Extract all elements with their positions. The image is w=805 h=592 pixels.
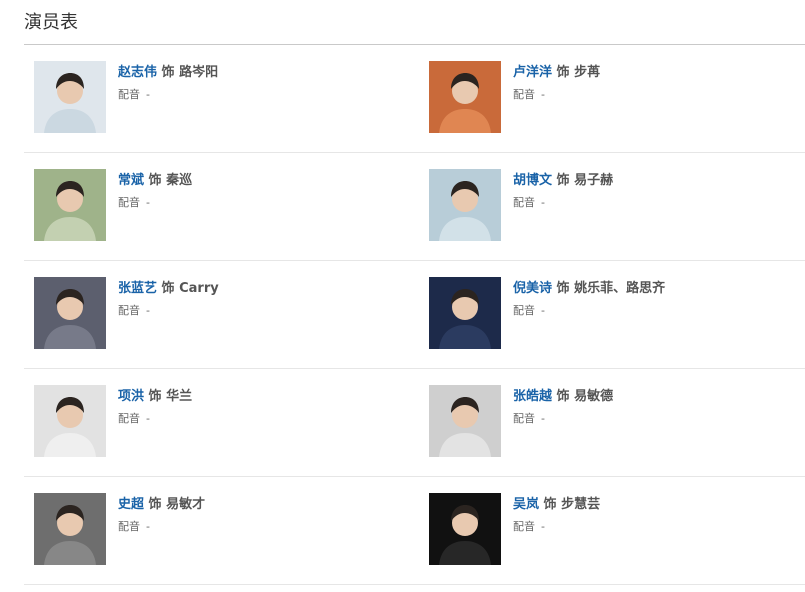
dub-label: 配音	[118, 520, 140, 533]
actor-photo[interactable]	[34, 385, 106, 457]
cast-list: 赵志伟 饰 路岑阳 配音 - 卢洋洋 饰 步苒 配音 - 常斌 饰 秦巡 配音 …	[24, 45, 805, 585]
role-name: Carry	[179, 281, 219, 296]
section-title: 演员表	[24, 12, 78, 33]
cast-row: 常斌 饰 秦巡 配音 - 胡博文 饰 易子赫 配音 -	[24, 153, 805, 261]
dub-label: 配音	[118, 304, 140, 317]
role-name: 姚乐菲、路思齐	[574, 281, 666, 296]
dub-label: 配音	[513, 196, 535, 209]
actor-name-link[interactable]: 史超	[118, 497, 144, 512]
as-word: 饰	[161, 281, 175, 296]
as-word: 饰	[148, 497, 162, 512]
actor-name-link[interactable]: 倪美诗	[513, 281, 552, 296]
actor-name-link[interactable]: 张皓越	[513, 389, 552, 404]
actor-name-link[interactable]: 常斌	[118, 173, 144, 188]
dub-value: -	[146, 196, 150, 209]
dub-label: 配音	[118, 88, 140, 101]
dub-label: 配音	[118, 196, 140, 209]
as-word: 饰	[161, 65, 175, 80]
as-word: 饰	[556, 173, 570, 188]
actor-name-link[interactable]: 项洪	[118, 389, 144, 404]
dub-value: -	[146, 88, 150, 101]
dub-value: -	[541, 196, 545, 209]
dub-value: -	[541, 304, 545, 317]
dub-value: -	[146, 412, 150, 425]
actor-photo[interactable]	[429, 493, 501, 565]
as-word: 饰	[148, 173, 162, 188]
dub-value: -	[541, 520, 545, 533]
actor-photo[interactable]	[429, 169, 501, 241]
dub-value: -	[146, 304, 150, 317]
dub-value: -	[541, 412, 545, 425]
role-name: 秦巡	[166, 173, 193, 188]
role-name: 易敏德	[574, 389, 614, 404]
role-name: 步苒	[574, 65, 601, 80]
cast-row: 赵志伟 饰 路岑阳 配音 - 卢洋洋 饰 步苒 配音 -	[24, 45, 805, 153]
actor-name-link[interactable]: 张蓝艺	[118, 281, 157, 296]
dub-value: -	[146, 520, 150, 533]
role-name: 步慧芸	[561, 497, 601, 512]
actor-name-link[interactable]: 吴岚	[513, 497, 539, 512]
role-name: 路岑阳	[179, 65, 219, 80]
dub-label: 配音	[513, 412, 535, 425]
actor-photo[interactable]	[34, 493, 106, 565]
cast-row: 史超 饰 易敏才 配音 - 吴岚 饰 步慧芸 配音 -	[24, 477, 805, 585]
as-word: 饰	[556, 281, 570, 296]
actor-photo[interactable]	[429, 277, 501, 349]
as-word: 饰	[543, 497, 557, 512]
actor-name-link[interactable]: 赵志伟	[118, 65, 157, 80]
actor-photo[interactable]	[429, 385, 501, 457]
dub-label: 配音	[118, 412, 140, 425]
dub-value: -	[541, 88, 545, 101]
actor-photo[interactable]	[34, 61, 106, 133]
role-name: 华兰	[166, 389, 193, 404]
actor-photo[interactable]	[429, 61, 501, 133]
actor-name-link[interactable]: 胡博文	[513, 173, 552, 188]
cast-row: 张蓝艺 饰 Carry 配音 - 倪美诗 饰 姚乐菲、路思齐 配音 -	[24, 261, 805, 369]
actor-name-link[interactable]: 卢洋洋	[513, 65, 552, 80]
as-word: 饰	[556, 389, 570, 404]
as-word: 饰	[556, 65, 570, 80]
dub-label: 配音	[513, 88, 535, 101]
cast-row: 项洪 饰 华兰 配音 - 张皓越 饰 易敏德 配音 -	[24, 369, 805, 477]
actor-photo[interactable]	[34, 169, 106, 241]
dub-label: 配音	[513, 304, 535, 317]
dub-label: 配音	[513, 520, 535, 533]
actor-photo[interactable]	[34, 277, 106, 349]
as-word: 饰	[148, 389, 162, 404]
role-name: 易子赫	[574, 173, 614, 188]
role-name: 易敏才	[166, 497, 206, 512]
